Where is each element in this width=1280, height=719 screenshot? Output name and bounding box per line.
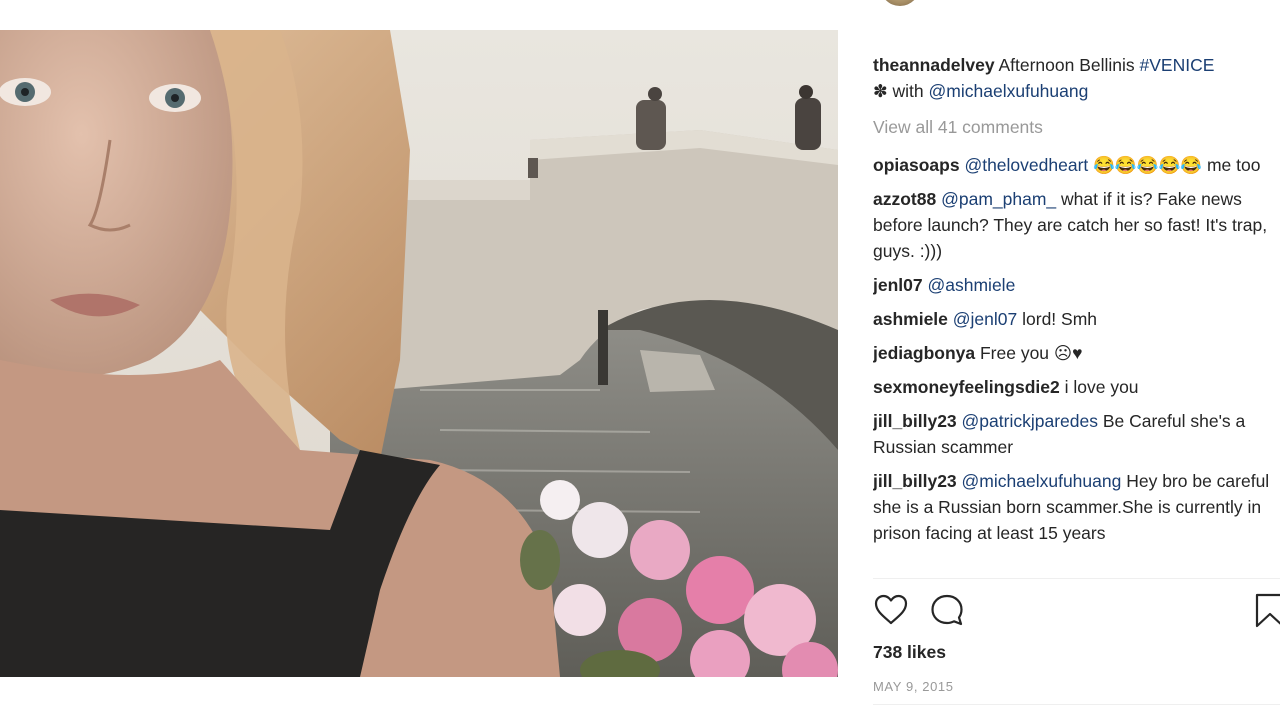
bookmark-icon — [1255, 593, 1280, 628]
comment-mention[interactable]: @thelovedheart — [964, 155, 1088, 175]
comment-mention[interactable]: @ashmiele — [928, 275, 1016, 295]
comments-panel: theannadelvey Afternoon Bellinis #VENICE… — [873, 52, 1273, 543]
caption-text: Afternoon Bellinis — [994, 55, 1140, 75]
caption-hashtag[interactable]: #VENICE — [1140, 55, 1215, 75]
comment-item: jill_billy23 @michaelxufuhuang Hey bro b… — [873, 468, 1273, 546]
likes-count[interactable]: 738 likes — [873, 642, 946, 663]
comment-button[interactable] — [929, 592, 965, 628]
comment-item: sexmoneyfeelingsdie2 i love you — [873, 374, 1273, 400]
comment-username[interactable]: azzot88 — [873, 189, 936, 209]
comment-bubble-icon — [931, 594, 963, 626]
comment-mention[interactable]: @jenl07 — [953, 309, 1017, 329]
post-photo — [0, 30, 838, 677]
action-bar — [873, 592, 1280, 632]
user-avatar[interactable] — [880, 0, 920, 6]
comment-text: 😂😂😂😂😂 me too — [1088, 155, 1261, 175]
comment-username[interactable]: ashmiele — [873, 309, 948, 329]
comment-mention[interactable]: @michaelxufuhuang — [962, 471, 1122, 491]
comment-username[interactable]: opiasoaps — [873, 155, 960, 175]
caption-username[interactable]: theannadelvey — [873, 55, 995, 75]
save-button[interactable] — [1253, 592, 1280, 628]
like-button[interactable] — [873, 592, 909, 628]
flower-emoji-icon: ✽ — [873, 81, 888, 101]
comment-mention[interactable]: @pam_pham_ — [941, 189, 1056, 209]
comment-item: ashmiele @jenl07 lord! Smh — [873, 306, 1273, 332]
comment-username[interactable]: jill_billy23 — [873, 471, 957, 491]
comment-username[interactable]: jill_billy23 — [873, 411, 957, 431]
comment-item: jenl07 @ashmiele — [873, 272, 1273, 298]
caption-with: with — [887, 81, 929, 101]
caption-mention[interactable]: @michaelxufuhuang — [929, 81, 1089, 101]
comment-item: azzot88 @pam_pham_ what if it is? Fake n… — [873, 186, 1273, 264]
heart-icon — [874, 594, 908, 625]
comment-mention[interactable]: @patrickjparedes — [962, 411, 1098, 431]
divider — [873, 704, 1280, 705]
comment-text: lord! Smh — [1017, 309, 1098, 329]
post-caption: theannadelvey Afternoon Bellinis #VENICE… — [873, 52, 1273, 104]
comment-item: jill_billy23 @patrickjparedes Be Careful… — [873, 408, 1273, 460]
comment-username[interactable]: sexmoneyfeelingsdie2 — [873, 377, 1060, 397]
comment-item: opiasoaps @thelovedheart 😂😂😂😂😂 me too — [873, 152, 1273, 178]
comment-text: Free you ☹♥ — [975, 343, 1083, 363]
comment-username[interactable]: jediagbonya — [873, 343, 975, 363]
divider — [873, 578, 1280, 579]
post-date[interactable]: MAY 9, 2015 — [873, 679, 954, 694]
view-all-comments-link[interactable]: View all 41 comments — [873, 114, 1273, 140]
comment-text: i love you — [1059, 377, 1139, 397]
comment-username[interactable]: jenl07 — [873, 275, 923, 295]
comment-item: jediagbonya Free you ☹♥ — [873, 340, 1273, 366]
